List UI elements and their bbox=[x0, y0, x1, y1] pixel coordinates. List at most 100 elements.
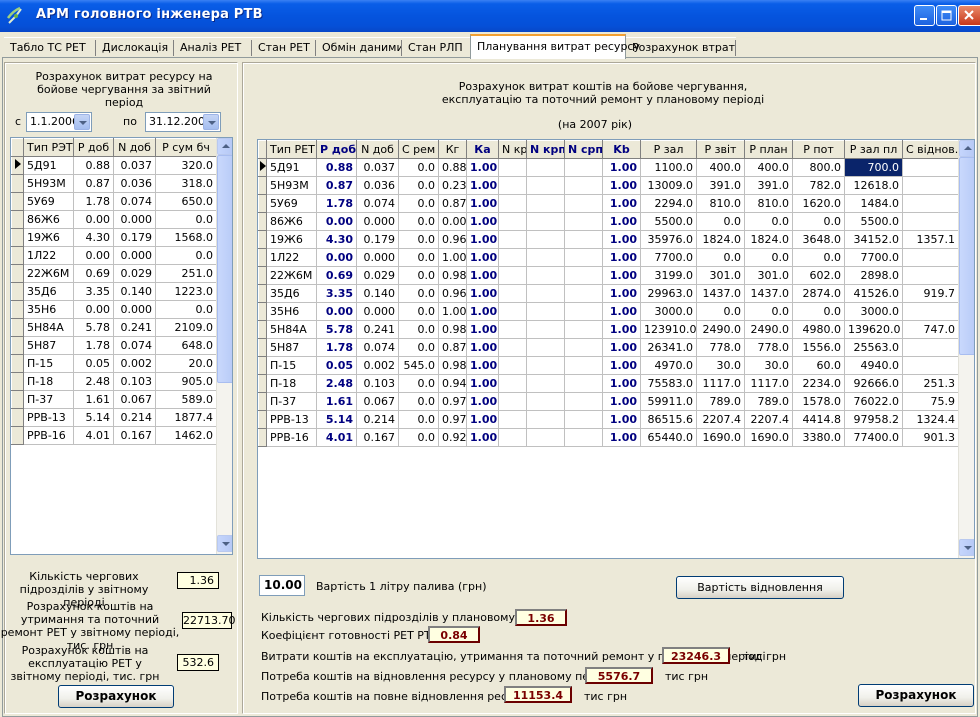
table-cell[interactable]: 1324.4 bbox=[902, 410, 959, 429]
table-cell[interactable]: 1.00 bbox=[602, 266, 641, 285]
fuel-price-input[interactable]: 10.00 bbox=[259, 575, 305, 596]
table-cell[interactable] bbox=[498, 356, 527, 375]
table-cell[interactable]: 30.0 bbox=[744, 356, 793, 375]
table-cell[interactable]: 1.00 bbox=[466, 302, 499, 321]
row-indicator[interactable] bbox=[11, 300, 24, 319]
right-header-cell[interactable]: N срп bbox=[564, 140, 603, 159]
table-cell[interactable] bbox=[902, 302, 959, 321]
table-cell[interactable]: 2490.0 bbox=[696, 320, 745, 339]
table-cell[interactable]: 4980.0 bbox=[792, 320, 845, 339]
table-cell[interactable]: 0.87 bbox=[438, 338, 467, 357]
table-cell[interactable]: 919.7 bbox=[902, 284, 959, 303]
table-cell[interactable]: 1.00 bbox=[602, 230, 641, 249]
table-cell[interactable]: 1.00 bbox=[602, 338, 641, 357]
table-cell[interactable]: 318.0 bbox=[155, 174, 217, 193]
to-date-dropdown[interactable] bbox=[203, 114, 219, 130]
maximize-button[interactable] bbox=[936, 5, 957, 26]
table-cell[interactable]: 0.0 bbox=[398, 428, 439, 447]
table-cell[interactable]: 0.05 bbox=[73, 354, 114, 373]
table-cell[interactable]: 700.0 bbox=[844, 158, 903, 177]
table-cell[interactable]: 1117.0 bbox=[744, 374, 793, 393]
right-header-cell[interactable]: Р звіт bbox=[696, 140, 745, 159]
table-cell[interactable]: 1357.1 bbox=[902, 230, 959, 249]
table-cell[interactable]: 4.01 bbox=[73, 426, 114, 445]
table-cell[interactable]: 0.00 bbox=[316, 248, 357, 267]
left-scroll-up[interactable] bbox=[217, 138, 232, 155]
table-cell[interactable] bbox=[526, 338, 565, 357]
table-cell[interactable] bbox=[498, 374, 527, 393]
table-cell[interactable]: 5Н84А bbox=[266, 320, 317, 339]
table-cell[interactable]: 77400.0 bbox=[844, 428, 903, 447]
table-cell[interactable]: 7700.0 bbox=[640, 248, 697, 267]
left-calc-button[interactable]: Розрахунок bbox=[58, 685, 174, 708]
table-cell[interactable]: 0.037 bbox=[356, 158, 399, 177]
table-cell[interactable]: 602.0 bbox=[792, 266, 845, 285]
table-cell[interactable] bbox=[498, 194, 527, 213]
row-indicator[interactable] bbox=[11, 282, 24, 301]
table-cell[interactable]: 0.0 bbox=[792, 212, 845, 231]
from-date-dropdown[interactable] bbox=[74, 114, 90, 130]
table-cell[interactable]: 1Л22 bbox=[23, 246, 74, 265]
row-indicator[interactable] bbox=[11, 174, 24, 193]
table-cell[interactable]: 0.0 bbox=[398, 302, 439, 321]
row-indicator[interactable] bbox=[11, 408, 24, 427]
right-scroll-thumb[interactable] bbox=[959, 157, 974, 355]
row-indicator[interactable] bbox=[11, 210, 24, 229]
row-indicator[interactable] bbox=[11, 426, 24, 445]
table-cell[interactable]: 0.000 bbox=[356, 248, 399, 267]
table-cell[interactable]: 789.0 bbox=[744, 392, 793, 411]
table-cell[interactable]: 0.037 bbox=[113, 156, 156, 175]
table-cell[interactable]: 400.0 bbox=[696, 158, 745, 177]
table-cell[interactable]: 1.00 bbox=[466, 284, 499, 303]
table-cell[interactable] bbox=[526, 320, 565, 339]
table-cell[interactable]: 22Ж6М bbox=[23, 264, 74, 283]
left-header-cell[interactable]: Р сум бч bbox=[155, 138, 217, 157]
table-cell[interactable]: 4414.8 bbox=[792, 410, 845, 429]
table-cell[interactable] bbox=[498, 428, 527, 447]
table-cell[interactable] bbox=[564, 338, 603, 357]
table-cell[interactable]: 648.0 bbox=[155, 336, 217, 355]
right-calc-button[interactable]: Розрахунок bbox=[858, 684, 974, 707]
table-cell[interactable]: 810.0 bbox=[744, 194, 793, 213]
right-header-cell[interactable]: Ка bbox=[466, 140, 499, 159]
table-cell[interactable] bbox=[526, 194, 565, 213]
table-row[interactable]: 19Ж6 4.30 0.179 1568.0 bbox=[11, 228, 217, 247]
table-cell[interactable]: РРВ-13 bbox=[266, 410, 317, 429]
table-cell[interactable]: 0.214 bbox=[356, 410, 399, 429]
table-cell[interactable]: 391.0 bbox=[696, 176, 745, 195]
table-cell[interactable]: 5Н93М bbox=[23, 174, 74, 193]
table-cell[interactable]: 1.00 bbox=[602, 392, 641, 411]
table-row[interactable]: 35Н6 0.00 0.000 0.0 1.00 1.00 1.00 3000.0 0.0 0.0… bbox=[258, 302, 959, 321]
table-cell[interactable]: 5Н87 bbox=[266, 338, 317, 357]
table-cell[interactable]: 1437.0 bbox=[696, 284, 745, 303]
table-cell[interactable]: 1.00 bbox=[466, 248, 499, 267]
table-cell[interactable]: 0.036 bbox=[113, 174, 156, 193]
table-cell[interactable]: 0.074 bbox=[356, 194, 399, 213]
table-cell[interactable] bbox=[498, 338, 527, 357]
table-cell[interactable]: 0.0 bbox=[155, 246, 217, 265]
row-indicator[interactable] bbox=[258, 410, 267, 429]
row-indicator[interactable] bbox=[258, 266, 267, 285]
table-cell[interactable]: 1.00 bbox=[466, 392, 499, 411]
table-cell[interactable]: 1100.0 bbox=[640, 158, 697, 177]
table-row[interactable]: 35Д6 3.35 0.140 0.0 0.96 1.00 1.00 29963.0 1437.… bbox=[258, 284, 959, 303]
table-cell[interactable] bbox=[564, 392, 603, 411]
table-cell[interactable]: 0.167 bbox=[356, 428, 399, 447]
table-row[interactable]: 5Н87 1.78 0.074 648.0 bbox=[11, 336, 217, 355]
table-cell[interactable]: 75.9 bbox=[902, 392, 959, 411]
table-cell[interactable]: 778.0 bbox=[744, 338, 793, 357]
table-cell[interactable]: 0.98 bbox=[438, 266, 467, 285]
table-cell[interactable]: 0.00 bbox=[73, 246, 114, 265]
table-cell[interactable]: 0.87 bbox=[73, 174, 114, 193]
table-cell[interactable]: 1568.0 bbox=[155, 228, 217, 247]
table-cell[interactable] bbox=[498, 320, 527, 339]
right-header-cell[interactable]: Р план bbox=[744, 140, 793, 159]
right-header-cell[interactable]: N доб bbox=[356, 140, 399, 159]
table-cell[interactable] bbox=[564, 248, 603, 267]
table-cell[interactable]: 0.97 bbox=[438, 392, 467, 411]
table-cell[interactable]: 301.0 bbox=[744, 266, 793, 285]
left-grid[interactable]: Тип РЭТ Р доб N доб Р сум бч 5Д91 0.88 0.037 3… bbox=[10, 137, 233, 555]
table-cell[interactable]: 0.00 bbox=[316, 212, 357, 231]
table-cell[interactable]: 0.067 bbox=[113, 390, 156, 409]
table-cell[interactable]: 0.029 bbox=[113, 264, 156, 283]
